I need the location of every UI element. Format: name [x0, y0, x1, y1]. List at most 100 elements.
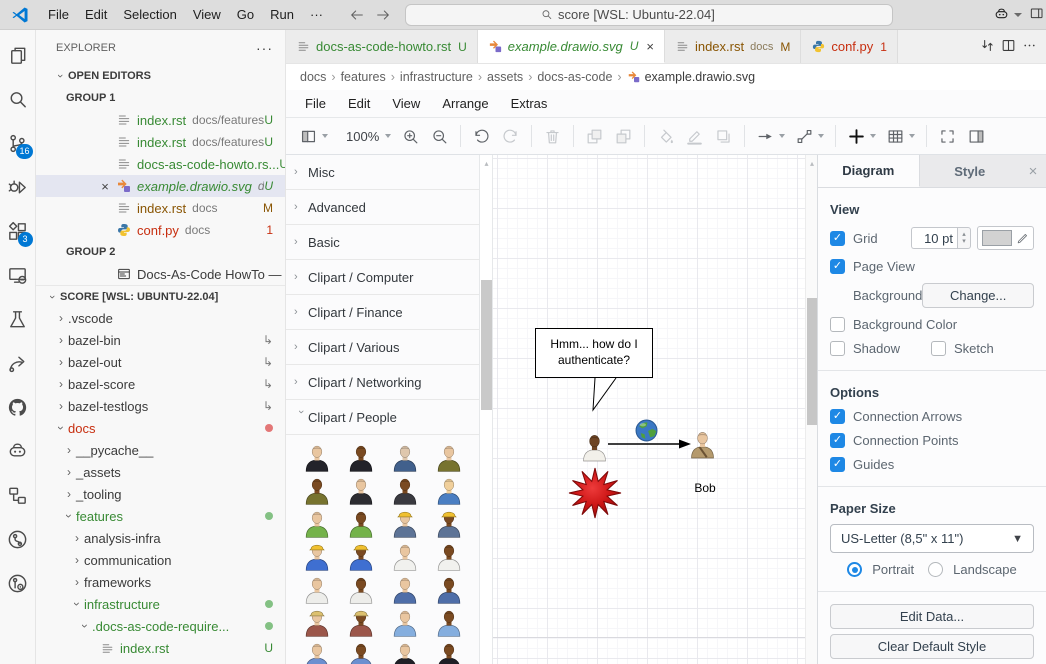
layout-panel-button[interactable]	[1028, 5, 1044, 24]
clear-default-style-button[interactable]: Clear Default Style	[830, 634, 1034, 659]
github-activity-item[interactable]	[0, 385, 36, 429]
diagram-canvas[interactable]: Hmm... how do I authenticate?	[493, 155, 817, 664]
person-shape-27[interactable]	[390, 641, 420, 664]
menu-edit[interactable]: Edit	[77, 4, 115, 26]
open-editor-item[interactable]: conf.pydocs1	[36, 219, 285, 241]
extensions-activity-item[interactable]: 3	[0, 209, 36, 253]
tree-item-bazel-score[interactable]: ›bazel-score↳	[36, 373, 285, 395]
person-shape-26[interactable]	[346, 641, 376, 664]
palette-section-basic[interactable]: ›Basic	[286, 225, 479, 260]
search-activity-item[interactable]	[0, 77, 36, 121]
open-editor-item[interactable]: index.rstdocsM	[36, 197, 285, 219]
page-view-checkbox[interactable]: ✓	[830, 259, 845, 274]
person-shape-17[interactable]	[302, 575, 332, 605]
background-color-checkbox[interactable]	[830, 317, 845, 332]
person-shape-14[interactable]	[346, 542, 376, 572]
drawio-menu-arrange[interactable]: Arrange	[431, 96, 499, 111]
tree-item-bazel-bin[interactable]: ›bazel-bin↳	[36, 329, 285, 351]
tree-item-features[interactable]: ›features	[36, 505, 285, 527]
palette-scrollbar[interactable]: ▴	[480, 155, 493, 664]
command-center-search[interactable]	[405, 4, 893, 26]
run-debug-activity-item[interactable]	[0, 165, 36, 209]
tab-docs-as-code-howto-rst[interactable]: docs-as-code-howto.rstU	[286, 30, 478, 63]
person-shape-22[interactable]	[346, 608, 376, 638]
open-editor-item[interactable]: Docs-As-Code HowTo — Sc...	[36, 263, 285, 285]
table-button[interactable]	[881, 122, 920, 150]
format-panel-button[interactable]	[962, 122, 991, 150]
zoom-level-select[interactable]: 100%	[333, 122, 396, 150]
tree-item--pycache-[interactable]: ›__pycache__	[36, 439, 285, 461]
copilot-menu-button[interactable]	[993, 6, 1022, 23]
bob-label[interactable]: Bob	[675, 481, 735, 495]
menu-view[interactable]: View	[185, 4, 229, 26]
close-icon[interactable]: ×	[1020, 155, 1046, 187]
person-shape-21[interactable]	[302, 608, 332, 638]
drawio-menu-extras[interactable]: Extras	[500, 96, 559, 111]
drawio-menu-edit[interactable]: Edit	[337, 96, 381, 111]
open-editor-item[interactable]: index.rstdocs/features/i...U	[36, 109, 285, 131]
hierarchy-activity-item[interactable]	[0, 473, 36, 517]
tree-item--docs-as-code-require-[interactable]: ›.docs-as-code-require...	[36, 615, 285, 637]
person-shape-28[interactable]	[434, 641, 464, 664]
remote-explorer-activity-item[interactable]	[0, 253, 36, 297]
palette-section-clipart-computer[interactable]: ›Clipart / Computer	[286, 260, 479, 295]
copilot-activity-item[interactable]	[0, 429, 36, 473]
tree-item--assets[interactable]: ›_assets	[36, 461, 285, 483]
connection-button[interactable]	[751, 122, 790, 150]
alice-person-shape[interactable]	[581, 432, 608, 463]
person-shape-10[interactable]	[346, 509, 376, 539]
grid-size-stepper[interactable]: ▴▾	[957, 227, 971, 249]
person-shape-18[interactable]	[346, 575, 376, 605]
palette-scrollbar-thumb[interactable]	[481, 280, 492, 410]
person-shape-12[interactable]	[434, 509, 464, 539]
test-explorer-activity-item[interactable]	[0, 297, 36, 341]
menu-selection[interactable]: Selection	[115, 4, 184, 26]
person-shape-20[interactable]	[434, 575, 464, 605]
person-shape-2[interactable]	[346, 443, 376, 473]
person-shape-7[interactable]	[390, 476, 420, 506]
menu-more[interactable]: ···	[302, 4, 331, 26]
tree-item-communication[interactable]: ›communication	[36, 549, 285, 571]
palette-section-clipart-finance[interactable]: ›Clipart / Finance	[286, 295, 479, 330]
palette-section-clipart-people[interactable]: ›Clipart / People	[286, 400, 479, 435]
view-panels-button[interactable]	[294, 122, 333, 150]
person-shape-16[interactable]	[434, 542, 464, 572]
menu-run[interactable]: Run	[262, 4, 302, 26]
waypoints-button[interactable]	[790, 122, 829, 150]
person-shape-25[interactable]	[302, 641, 332, 664]
undo-button[interactable]	[467, 122, 496, 150]
person-shape-9[interactable]	[302, 509, 332, 539]
tree-item-docs[interactable]: ›docs	[36, 417, 285, 439]
change-background-button[interactable]: Change...	[922, 283, 1034, 308]
paper-size-select[interactable]: US-Letter (8,5" x 11") ▼	[830, 524, 1034, 553]
live-share-activity-item[interactable]	[0, 341, 36, 385]
breadcrumb-item[interactable]: infrastructure	[400, 70, 473, 84]
person-shape-5[interactable]	[302, 476, 332, 506]
menu-go[interactable]: Go	[229, 4, 262, 26]
tab-diagram[interactable]: Diagram	[818, 155, 920, 187]
breadcrumb-item[interactable]: features	[341, 70, 386, 84]
breadcrumb-file[interactable]: example.drawio.svg	[627, 70, 755, 84]
split-editor-button[interactable]	[1000, 37, 1017, 57]
open-editors-header[interactable]: › OPEN EDITORS	[36, 65, 285, 87]
tree-item-bazel-out[interactable]: ›bazel-out↳	[36, 351, 285, 373]
person-shape-8[interactable]	[434, 476, 464, 506]
tree-item-index-rst[interactable]: index.rstU	[36, 637, 285, 659]
compare-changes-button[interactable]	[979, 37, 996, 57]
drawio-menu-file[interactable]: File	[294, 96, 337, 111]
fullscreen-button[interactable]	[933, 122, 962, 150]
git-graph-settings-activity-item[interactable]	[0, 561, 36, 605]
tree-item--vscode[interactable]: ›.vscode	[36, 307, 285, 329]
open-editor-item[interactable]: docs-as-code-howto.rs...U	[36, 153, 285, 175]
speech-bubble-shape[interactable]: Hmm... how do I authenticate?	[535, 328, 653, 378]
insert-button[interactable]	[842, 122, 881, 150]
palette-section-clipart-various[interactable]: ›Clipart / Various	[286, 330, 479, 365]
portrait-radio[interactable]	[847, 562, 862, 577]
person-shape-23[interactable]	[390, 608, 420, 638]
back-arrow-icon[interactable]	[349, 7, 365, 23]
breadcrumb-item[interactable]: docs	[300, 70, 326, 84]
forward-arrow-icon[interactable]	[375, 7, 391, 23]
landscape-radio[interactable]	[928, 562, 943, 577]
palette-section-advanced[interactable]: ›Advanced	[286, 190, 479, 225]
connection-points-checkbox[interactable]: ✓	[830, 433, 845, 448]
